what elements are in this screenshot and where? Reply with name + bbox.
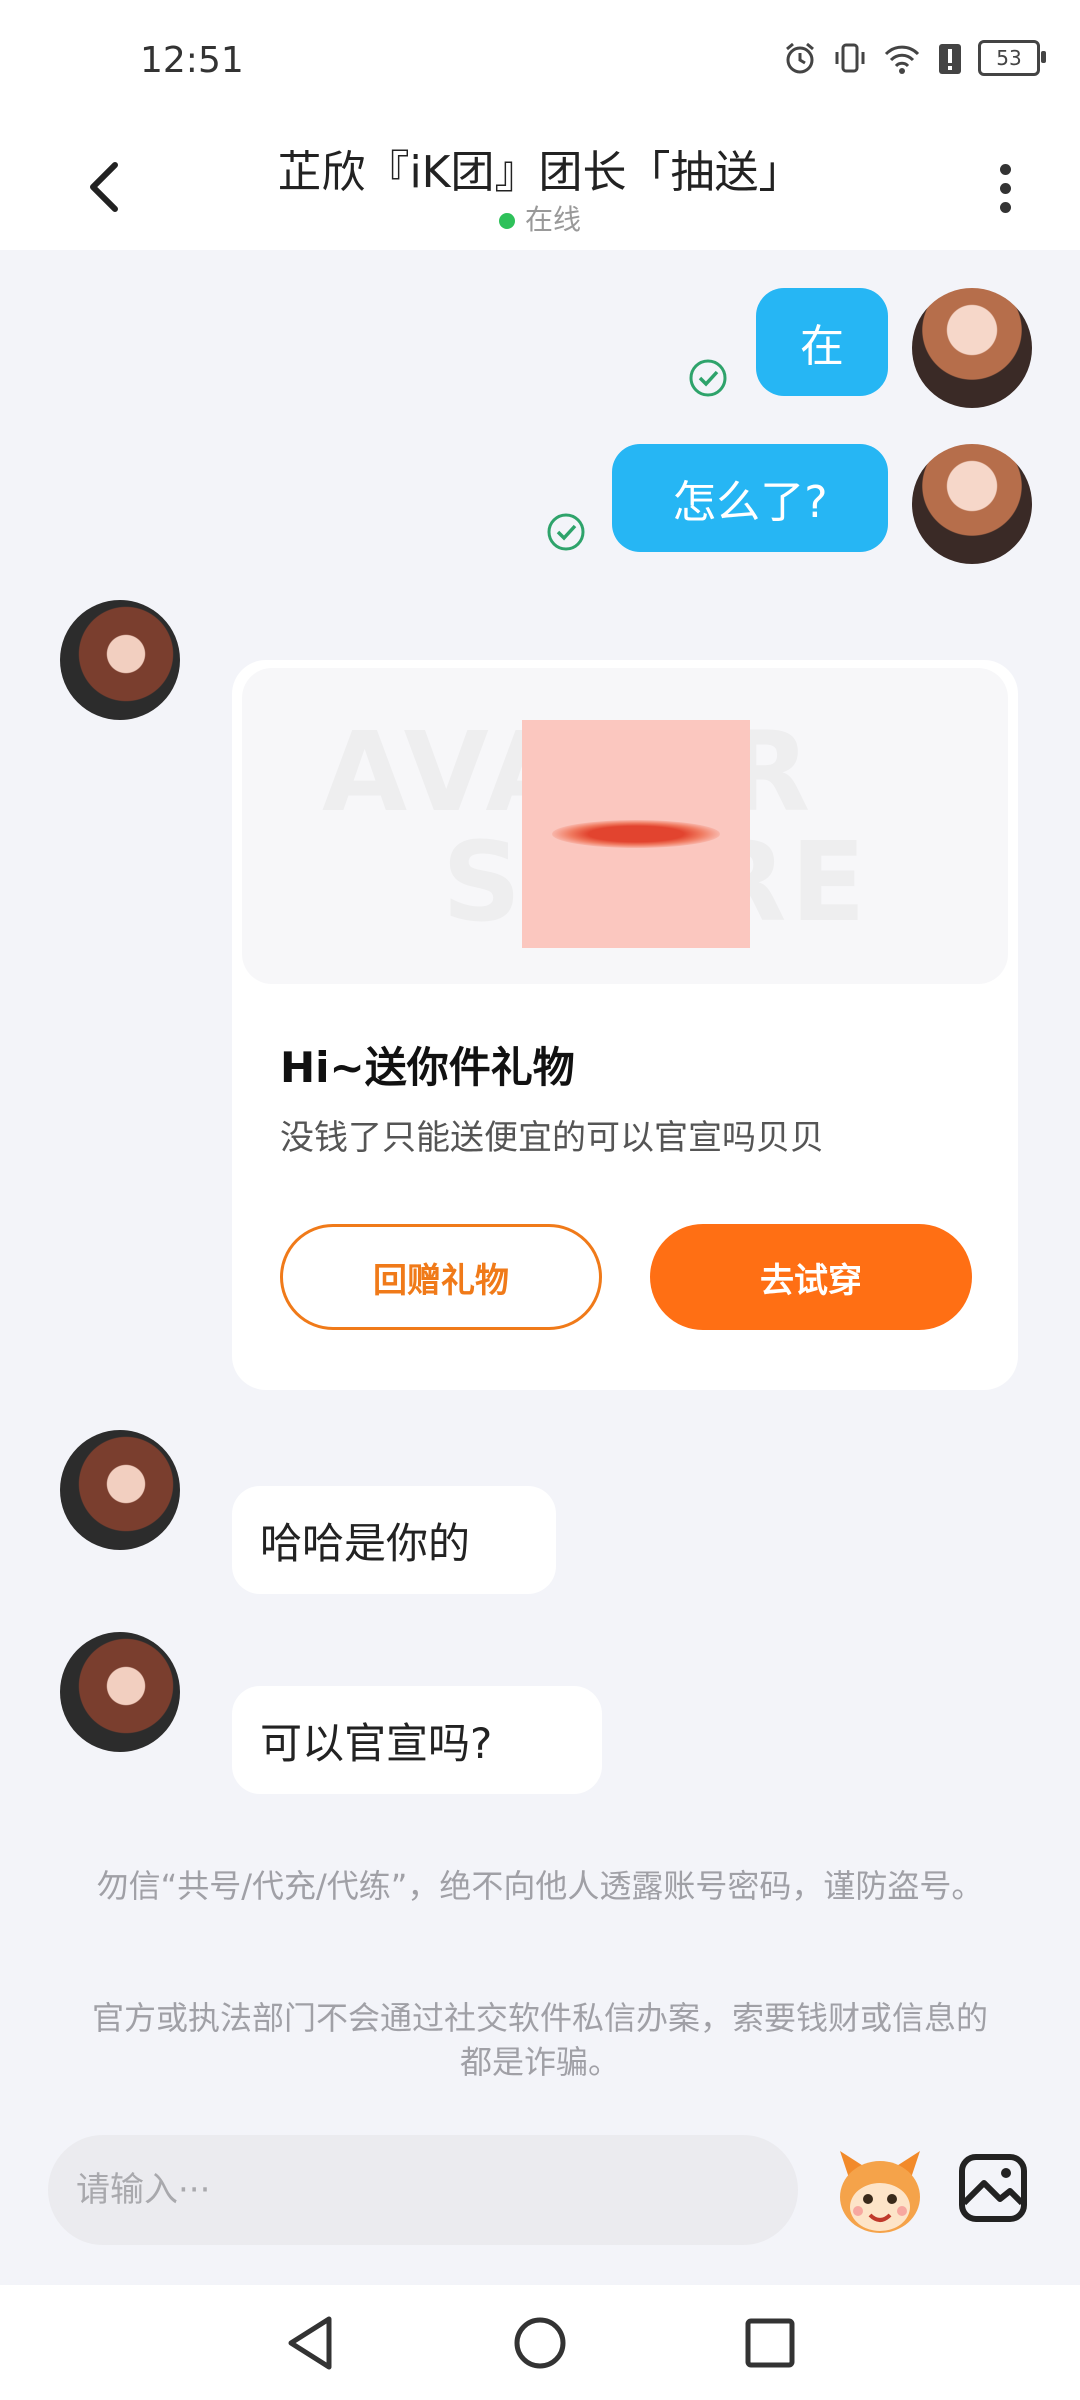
- more-dot-icon: [999, 201, 1011, 213]
- try-on-button[interactable]: 去试穿: [650, 1224, 972, 1330]
- my-avatar[interactable]: [912, 444, 1032, 564]
- my-avatar[interactable]: [912, 288, 1032, 408]
- return-gift-button[interactable]: 回赠礼物: [280, 1224, 602, 1330]
- nav-home-button[interactable]: [510, 2313, 570, 2373]
- status-icons: 53: [782, 40, 1046, 76]
- battery-level: 53: [996, 46, 1022, 70]
- circle-home-icon: [514, 2317, 566, 2369]
- gift-card[interactable]: AVATAR STORE Hi~送你件礼物 没钱了只能送便宜的可以官宣吗贝贝 回…: [232, 660, 1018, 1390]
- more-dot-icon: [999, 163, 1011, 175]
- triangle-back-icon: [288, 2316, 332, 2370]
- status-time: 12:51: [140, 40, 244, 81]
- contact-avatar[interactable]: [60, 600, 180, 720]
- my-message-bubble[interactable]: 怎么了?: [612, 444, 888, 552]
- contact-avatar[interactable]: [60, 1430, 180, 1550]
- alarm-icon: [786, 42, 814, 74]
- security-notice: 官方或执法部门不会通过社交软件私信办案，索要钱财或信息的都是诈骗。: [91, 1999, 988, 2081]
- contact-message-bubble[interactable]: 哈哈是你的: [232, 1486, 556, 1594]
- gift-description: 没钱了只能送便宜的可以官宣吗贝贝: [280, 1118, 824, 1158]
- square-recents-icon: [745, 2318, 795, 2368]
- system-nav-bar: [0, 2285, 1080, 2400]
- nav-recents-button[interactable]: [740, 2313, 800, 2373]
- contact-avatar[interactable]: [60, 1632, 180, 1752]
- input-bar: [0, 2095, 1080, 2285]
- chat-area[interactable]: 在 怎么了? AVATAR STORE Hi~送你件礼物 没钱了只能送便宜的可以…: [0, 250, 1080, 2095]
- online-status: 在线: [0, 198, 1080, 238]
- vibrate-icon: [835, 43, 865, 73]
- status-bar: 12:51 53: [0, 0, 1080, 130]
- chat-header: 芷欣『iK团』团长「抽送」 在线: [0, 130, 1080, 250]
- read-check-icon: [547, 513, 585, 551]
- more-dot-icon: [999, 182, 1011, 194]
- wifi-icon: [884, 45, 920, 74]
- read-check-icon: [689, 359, 727, 397]
- image-picker-icon[interactable]: [958, 2153, 1028, 2223]
- security-notice: 勿信“共号/代充/代练”，绝不向他人透露账号密码，谨防盗号。: [96, 1867, 984, 1905]
- online-dot: [498, 213, 515, 229]
- nav-back-button[interactable]: [280, 2313, 340, 2373]
- message-input[interactable]: [48, 2135, 798, 2245]
- lips-icon: [552, 820, 720, 848]
- chat-title: 芷欣『iK团』团长「抽送」: [277, 147, 803, 198]
- my-message-bubble[interactable]: 在: [756, 288, 888, 396]
- battery-icon: 53: [978, 40, 1046, 76]
- contact-message-bubble[interactable]: 可以官宣吗?: [232, 1686, 602, 1794]
- online-status-label: 在线: [524, 203, 581, 236]
- more-options-button[interactable]: [980, 148, 1030, 228]
- lips-item-image: [522, 720, 750, 948]
- gift-image[interactable]: AVATAR STORE: [242, 668, 1008, 984]
- gift-title: Hi~送你件礼物: [280, 1043, 575, 1092]
- battery-alert-icon: [939, 44, 961, 74]
- emoji-mascot-icon[interactable]: [830, 2141, 930, 2241]
